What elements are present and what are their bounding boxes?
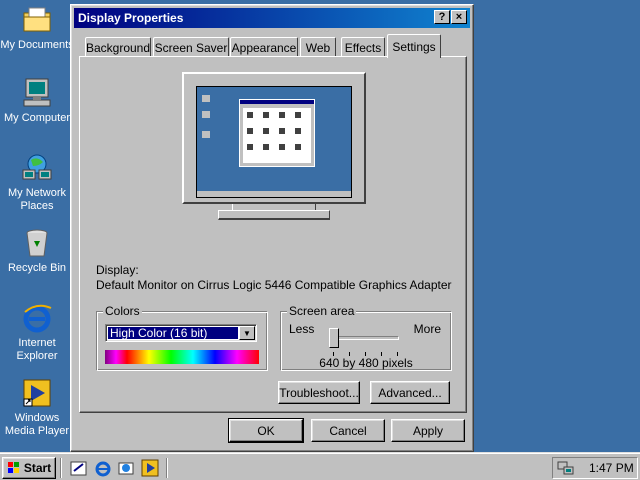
media-player-icon[interactable] bbox=[141, 459, 159, 477]
advanced-button[interactable]: Advanced... bbox=[370, 381, 450, 404]
colors-select[interactable]: High Color (16 bit) ▼ bbox=[105, 324, 257, 342]
resolution-label: 640 by 480 pixels bbox=[319, 356, 413, 370]
desktop-icon-my-computer[interactable]: My Computer bbox=[0, 77, 74, 125]
desktop-icon-label-line2: Media Player bbox=[4, 425, 70, 437]
screen-area-slider-thumb[interactable] bbox=[329, 328, 339, 348]
desktop-icon-label: My Documents bbox=[0, 39, 74, 51]
internet-explorer-icon[interactable] bbox=[94, 459, 112, 477]
preview-window-content bbox=[243, 108, 311, 163]
chevron-down-icon[interactable]: ▼ bbox=[239, 326, 255, 340]
start-button[interactable]: Start bbox=[2, 457, 56, 479]
screen-area-slider-track[interactable] bbox=[331, 336, 399, 340]
ok-button[interactable]: OK bbox=[228, 418, 304, 443]
tab-web[interactable]: Web bbox=[300, 37, 336, 57]
settings-panel: Display: Default Monitor on Cirrus Logic… bbox=[79, 56, 467, 413]
media-player-icon bbox=[21, 377, 53, 409]
taskbar: Start 1:47 PM bbox=[0, 452, 640, 480]
desktop-icon-label-line1: Internet bbox=[18, 337, 56, 349]
dialog-title: Display Properties bbox=[78, 11, 184, 25]
desktop-icon-my-network-places[interactable]: My Network Places bbox=[0, 152, 74, 213]
tab-effects[interactable]: Effects bbox=[341, 37, 385, 57]
close-button[interactable]: × bbox=[451, 10, 467, 24]
colors-group: Colors High Color (16 bit) ▼ bbox=[96, 304, 268, 371]
monitor-screen bbox=[196, 86, 352, 198]
troubleshoot-button[interactable]: Troubleshoot... bbox=[278, 381, 360, 404]
clock[interactable]: 1:47 PM bbox=[589, 461, 634, 475]
network-icon bbox=[21, 152, 53, 184]
show-desktop-icon[interactable] bbox=[70, 459, 88, 477]
tab-appearance[interactable]: Appearance bbox=[230, 37, 298, 57]
monitor-frame bbox=[182, 72, 366, 204]
tab-settings[interactable]: Settings bbox=[387, 34, 441, 58]
colors-select-value: High Color (16 bit) bbox=[108, 326, 238, 340]
taskbar-separator bbox=[60, 458, 62, 478]
start-label: Start bbox=[23, 461, 52, 475]
preview-taskbar bbox=[197, 191, 351, 197]
preview-window bbox=[239, 99, 315, 167]
help-button[interactable]: ? bbox=[434, 10, 450, 24]
windows-logo-icon bbox=[7, 462, 21, 474]
screen-area-group-label: Screen area bbox=[287, 304, 357, 318]
monitor-preview bbox=[182, 72, 366, 220]
preview-window-titlebar bbox=[240, 100, 314, 104]
recycle-bin-icon bbox=[21, 227, 53, 259]
desktop-icon-label-line1: Windows bbox=[14, 412, 60, 424]
tab-background[interactable]: Background bbox=[85, 37, 151, 57]
display-value: Default Monitor on Cirrus Logic 5446 Com… bbox=[96, 278, 452, 292]
internet-explorer-icon bbox=[21, 302, 53, 334]
desktop-icon-my-documents[interactable]: My Documents bbox=[0, 4, 74, 52]
slider-more-label: More bbox=[413, 322, 441, 336]
display-label: Display: bbox=[96, 263, 139, 277]
desktop-icon-windows-media-player[interactable]: Windows Media Player bbox=[0, 377, 74, 438]
preview-desktop-icon bbox=[202, 111, 210, 118]
desktop-icon-label-line1: My Network bbox=[7, 187, 67, 199]
preview-desktop-icon bbox=[202, 131, 210, 138]
system-tray: 1:47 PM bbox=[552, 457, 638, 479]
folder-icon bbox=[21, 4, 53, 36]
desktop-icon-label: My Computer bbox=[3, 112, 71, 124]
desktop-icon-label-line2: Places bbox=[20, 200, 54, 212]
slider-less-label: Less bbox=[289, 322, 315, 336]
dialog-titlebar[interactable]: Display Properties ? × bbox=[74, 8, 470, 28]
color-spectrum-bar bbox=[105, 350, 259, 364]
screen-area-group: Screen area Less More 640 by 480 pixels bbox=[280, 304, 452, 371]
apply-button[interactable]: Apply bbox=[391, 419, 465, 442]
desktop-icon-internet-explorer[interactable]: Internet Explorer bbox=[0, 302, 74, 363]
outlook-express-icon[interactable] bbox=[117, 459, 135, 477]
desktop-icon-recycle-bin[interactable]: Recycle Bin bbox=[0, 227, 74, 275]
cancel-button[interactable]: Cancel bbox=[311, 419, 385, 442]
display-properties-dialog: Display Properties ? × Background Screen… bbox=[70, 4, 474, 452]
colors-group-label: Colors bbox=[103, 304, 142, 318]
desktop-icon-label: Recycle Bin bbox=[7, 262, 67, 274]
preview-desktop-icon bbox=[202, 95, 210, 102]
taskbar-separator bbox=[166, 458, 168, 478]
computer-icon bbox=[21, 77, 53, 109]
monitor-stand bbox=[218, 210, 330, 220]
desktop-icon-label-line2: Explorer bbox=[16, 350, 58, 362]
tab-screen-saver[interactable]: Screen Saver bbox=[153, 37, 229, 57]
network-tray-icon[interactable] bbox=[557, 460, 575, 476]
